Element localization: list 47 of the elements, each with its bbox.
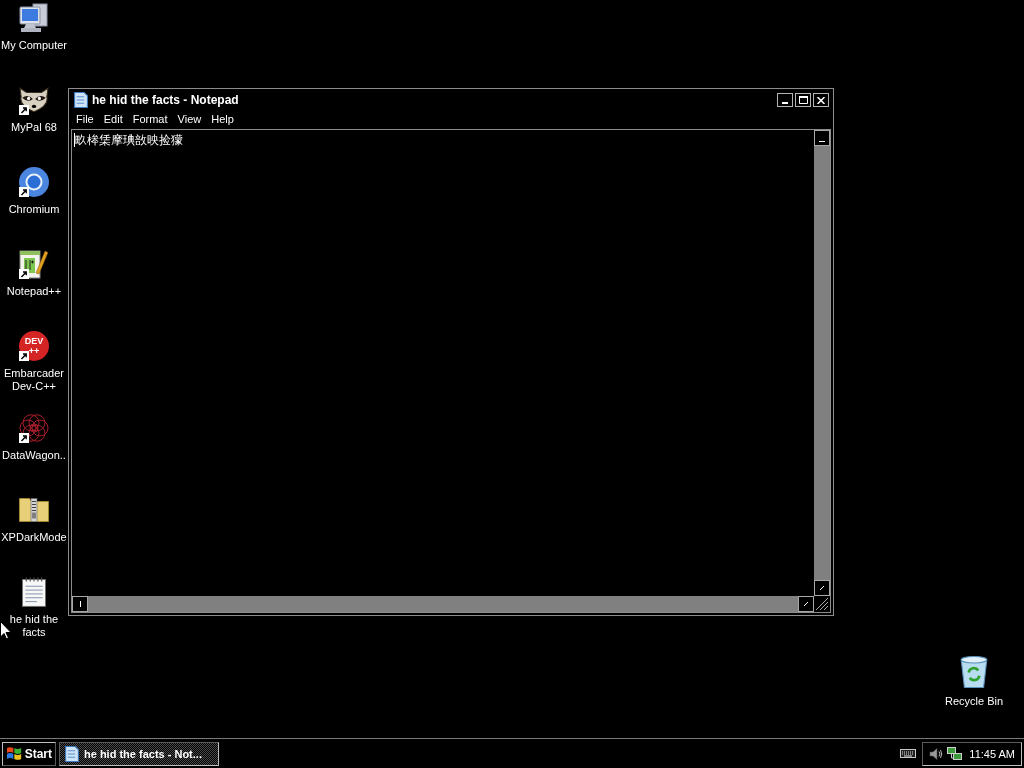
- close-icon: [817, 96, 825, 104]
- menu-item[interactable]: View: [172, 112, 207, 126]
- minimize-button[interactable]: [777, 93, 793, 107]
- window-title: he hid the facts - Notepad: [92, 93, 239, 107]
- network-icon[interactable]: [947, 746, 963, 761]
- desktop-icon-label[interactable]: MyPal 68: [11, 121, 57, 134]
- slash-icon: [820, 586, 824, 590]
- dash-icon: [819, 140, 825, 142]
- document-text: 畂桳栠摩琠敨映捡獴: [75, 133, 183, 147]
- menu-item[interactable]: Edit: [98, 112, 128, 126]
- maximize-icon: [798, 96, 808, 104]
- mandala-icon[interactable]: [19, 413, 49, 443]
- desktop-icon-label[interactable]: My Computer: [1, 39, 67, 52]
- slash-icon: [804, 602, 808, 606]
- document-icon: [74, 92, 88, 108]
- computer-icon[interactable]: [19, 3, 49, 33]
- clock-text: 11:45 AM: [969, 747, 1015, 760]
- desktop-icon-label[interactable]: DataWagon..: [2, 449, 66, 462]
- speaker-icon[interactable]: [929, 746, 944, 761]
- document-icon: [65, 745, 79, 762]
- scroll-down-button[interactable]: [814, 580, 830, 596]
- scroll-up-button[interactable]: [814, 130, 830, 146]
- scroll-right-button[interactable]: [798, 596, 814, 612]
- animal-head-icon[interactable]: [19, 87, 49, 113]
- zip-folder-icon[interactable]: [19, 497, 49, 523]
- start-button[interactable]: Start: [2, 741, 56, 766]
- scroll-left-button[interactable]: [72, 596, 88, 612]
- desktop-icon-label[interactable]: Embarcader Dev-C++: [0, 367, 68, 393]
- minimize-icon: [782, 102, 788, 104]
- flag-icon: [6, 746, 22, 761]
- text-cursor-icon: [74, 133, 75, 147]
- desktop-icon-label[interactable]: Recycle Bin: [944, 695, 1004, 708]
- menu-item[interactable]: Format: [127, 112, 173, 126]
- desktop-icon-label[interactable]: XPDarkMode: [1, 531, 67, 544]
- maximize-button[interactable]: [795, 93, 811, 107]
- close-button[interactable]: [813, 93, 829, 107]
- resize-grip-icon[interactable]: [816, 598, 828, 610]
- menu-item[interactable]: Help: [206, 112, 239, 126]
- logo-text: DEV: [24, 336, 44, 346]
- taskbar-button[interactable]: he hid the facts - Not...: [59, 741, 219, 766]
- logo-text: ++: [28, 346, 40, 356]
- desktop-icon-label[interactable]: Notepad++: [6, 285, 62, 298]
- recycle-bin-icon[interactable]: [960, 656, 988, 688]
- desktop-icon-label[interactable]: Chromium: [8, 203, 60, 216]
- keyboard-icon[interactable]: [900, 749, 917, 758]
- menu-item[interactable]: File: [71, 112, 99, 126]
- text-document-icon[interactable]: [22, 577, 46, 607]
